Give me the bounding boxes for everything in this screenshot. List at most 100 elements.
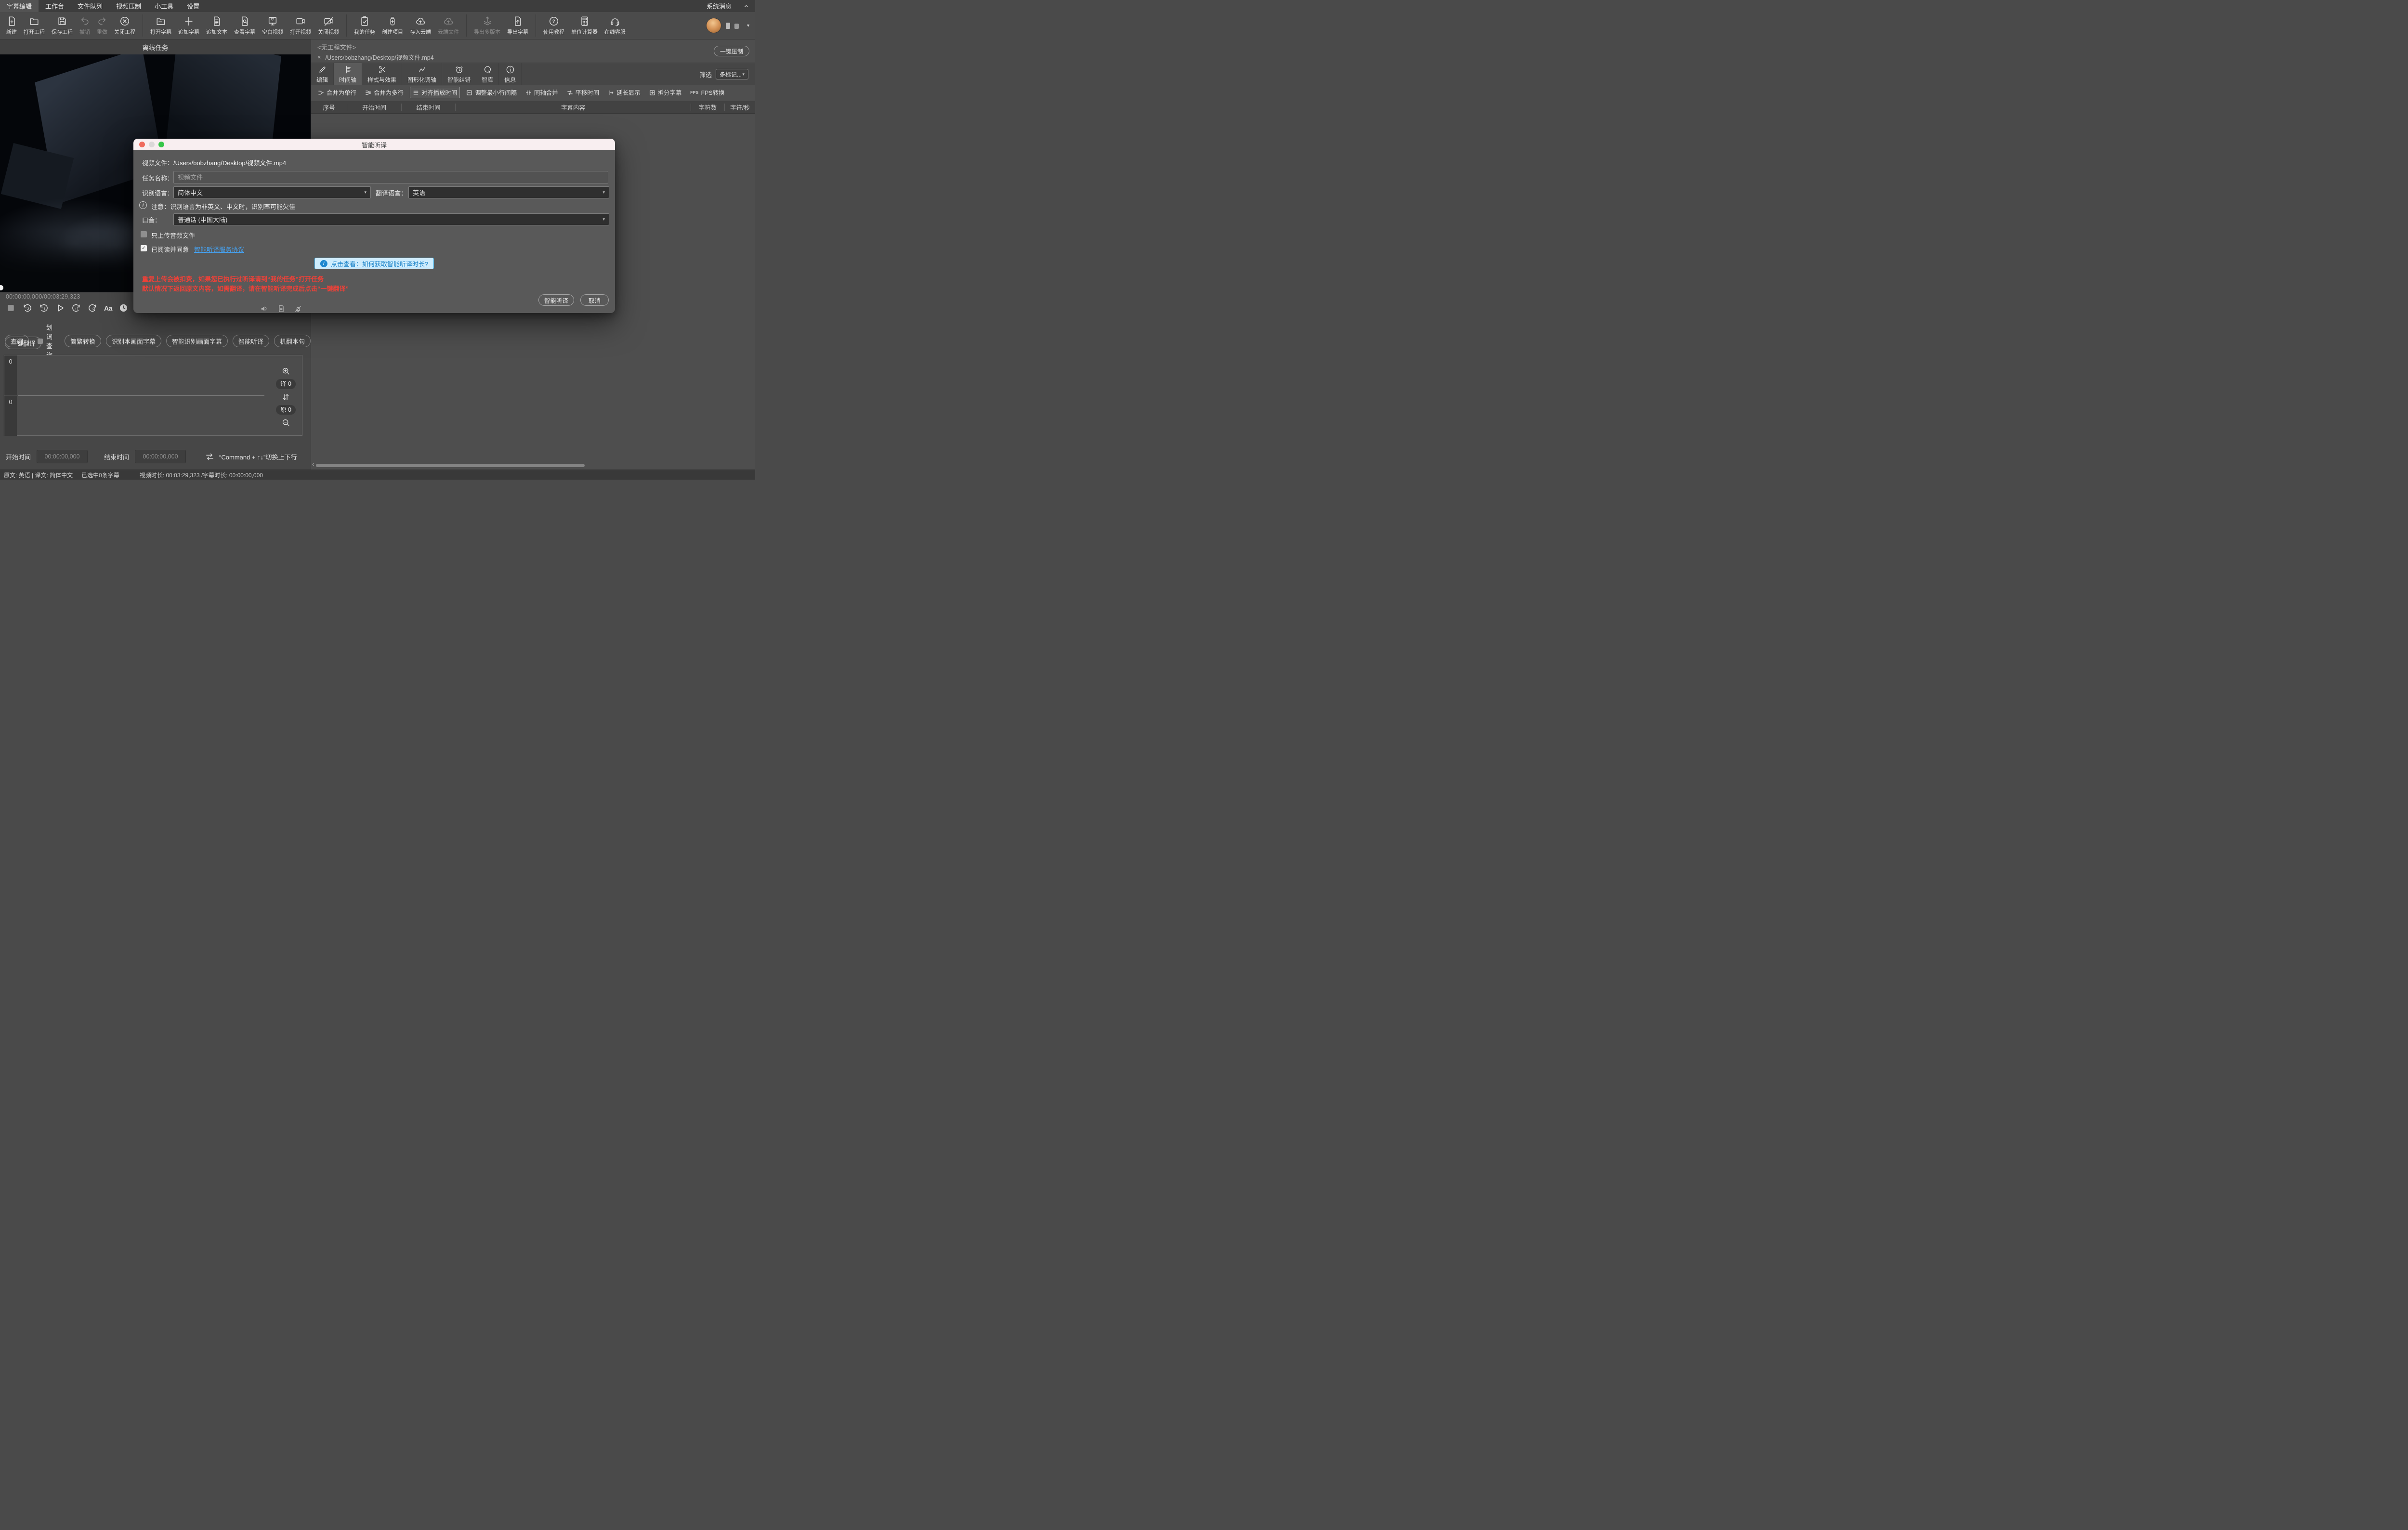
system-message-label[interactable]: 系统消息 [707, 1, 732, 11]
chevron-left-icon[interactable]: ‹ [312, 460, 314, 468]
toolbar-redo-button[interactable]: 重做 [93, 16, 111, 36]
toolbar-my-tasks-button[interactable]: 我的任务 [351, 16, 379, 36]
toolbar-undo-button[interactable]: 撤销 [76, 16, 93, 36]
close-window-button[interactable] [139, 142, 145, 147]
clock-icon[interactable] [118, 303, 129, 313]
skip-back-3-button[interactable]: -3 [22, 303, 32, 313]
start-time-input[interactable] [37, 450, 88, 463]
tab-graphic-timing[interactable]: 图形化调轴 [402, 63, 443, 85]
merge-multi-line-button[interactable]: 合并为多行 [363, 87, 406, 98]
task-name-input[interactable] [173, 171, 608, 183]
target-language-select[interactable]: 英语 ▾ [408, 186, 609, 198]
toolbar-create-project-button[interactable]: 创建项目 [379, 16, 406, 36]
toolbar-save-project-button[interactable]: 保存工程 [48, 16, 76, 36]
split-subtitle-button[interactable]: 拆分字幕 [647, 87, 684, 98]
font-size-button[interactable]: Aa [104, 304, 112, 312]
menu-item-tools[interactable]: 小工具 [148, 0, 180, 12]
avatar[interactable] [706, 18, 722, 33]
subtitle-doc-icon[interactable] [277, 304, 286, 313]
chevron-up-icon[interactable] [743, 3, 749, 9]
original-track[interactable]: 0 [4, 396, 302, 436]
column-chars-per-sec[interactable]: 字符/秒 [725, 104, 755, 111]
column-serial[interactable]: 序号 [311, 104, 347, 111]
accent-select[interactable]: 普通话 (中国大陆) ▾ [173, 213, 609, 225]
menu-item-video-encode[interactable]: 视频压制 [109, 0, 148, 12]
fps-convert-button[interactable]: FPS FPS转换 [688, 87, 727, 98]
toolbar-close-project-button[interactable]: 关闭工程 [111, 16, 139, 36]
source-language-select[interactable]: 简体中文 ▾ [173, 186, 371, 198]
zoom-window-button[interactable] [158, 142, 164, 147]
one-click-encode-button[interactable]: 一键压制 [713, 46, 749, 56]
extend-display-button[interactable]: 延长显示 [605, 87, 643, 98]
skip-forward-3-button[interactable]: +3 [88, 303, 98, 313]
horizontal-scrollbar[interactable] [316, 464, 585, 467]
audio-only-checkbox[interactable] [141, 231, 147, 237]
toolbar-unit-calculator-button[interactable]: 单位计算器 [568, 16, 601, 36]
translate-all-button[interactable]: 一键翻译 [5, 337, 42, 349]
filter-select[interactable]: 多标记... ▾ [716, 69, 748, 79]
skip-back-1-button[interactable]: -1 [39, 303, 49, 313]
menu-item-settings[interactable]: 设置 [180, 0, 206, 12]
toolbar-save-to-cloud-button[interactable]: 存入云端 [406, 16, 434, 36]
column-start-time[interactable]: 开始时间 [347, 104, 402, 111]
column-content[interactable]: 字幕内容 [456, 104, 691, 111]
column-char-count[interactable]: 字符数 [691, 104, 725, 111]
tab-edit[interactable]: 编辑 [311, 63, 334, 85]
bell-off-icon[interactable] [294, 304, 302, 313]
play-icon[interactable] [55, 303, 65, 313]
translated-track[interactable]: 0 [4, 355, 302, 395]
menu-item-file-queue[interactable]: 文件队列 [71, 0, 109, 12]
tab-style-effects[interactable]: 样式与效果 [362, 63, 403, 85]
translated-badge[interactable]: 译 0 [276, 379, 296, 389]
toolbar-close-video-button[interactable]: 关闭视频 [314, 16, 342, 36]
agreement-link[interactable]: 智能听译服务协议 [194, 245, 244, 254]
toolbar-blank-video-button[interactable]: 空 空白视频 [259, 16, 287, 36]
original-badge[interactable]: 原 0 [276, 405, 296, 415]
toolbar-export-multi-button[interactable]: 导出多版本 [471, 16, 504, 36]
help-duration-button[interactable]: i 点击查看：如何获取智能听译时长? [314, 258, 434, 269]
menu-item-subtitle-edit[interactable]: 字幕编辑 [0, 0, 39, 12]
toolbar-export-subtitle-button[interactable]: 导出字幕 [504, 16, 532, 36]
file-path[interactable]: /Users/bobzhang/Desktop/视频文件.mp4 [326, 52, 434, 62]
toolbar-online-support-button[interactable]: 在线客服 [601, 16, 629, 36]
skip-forward-1-button[interactable]: +1 [71, 303, 81, 313]
accent-value: 普通话 (中国大陆) [178, 216, 228, 223]
dropdown-triangle-icon[interactable]: ▼ [746, 23, 750, 28]
volume-icon[interactable] [260, 304, 269, 313]
min-gap-button[interactable]: 调整最小行间隔 [464, 87, 519, 98]
tab-timeline[interactable]: 时间轴 [334, 63, 363, 85]
shift-time-button[interactable]: 平移时间 [564, 87, 602, 98]
toolbar-view-subtitle-button[interactable]: 查看字幕 [231, 16, 259, 36]
toolbar-append-subtitle-button[interactable]: 追加字幕 [175, 16, 203, 36]
ocr-frame-button[interactable]: 识别本画面字幕 [105, 335, 161, 347]
tab-info[interactable]: 信息 [499, 63, 522, 85]
toolbar-open-project-button[interactable]: 打开工程 [20, 16, 48, 36]
swap-tracks-icon[interactable] [282, 393, 290, 401]
align-playtime-button[interactable]: 对齐播放时间 [409, 87, 460, 98]
confirm-transcribe-button[interactable]: 智能听译 [538, 294, 574, 306]
toolbar-tutorial-button[interactable]: 使用教程 [540, 16, 568, 36]
toolbar-new-button[interactable]: 新建 [3, 16, 20, 36]
agreement-checkbox[interactable]: ✓ [141, 245, 147, 251]
toolbar-append-text-button[interactable]: 追加文本 [203, 16, 231, 36]
toolbar-open-subtitle-button[interactable]: 打开字幕 [147, 16, 175, 36]
simplified-traditional-button[interactable]: 简繁转换 [64, 335, 101, 347]
menu-item-workbench[interactable]: 工作台 [39, 0, 71, 12]
merge-single-line-button[interactable]: 合并为单行 [315, 87, 359, 98]
coaxial-merge-button[interactable]: 同轴合并 [523, 87, 561, 98]
zoom-out-icon[interactable] [282, 418, 290, 427]
smart-ocr-button[interactable]: 智能识别画面字幕 [166, 335, 228, 347]
tab-smart-correction[interactable]: 智能纠错 [442, 63, 477, 85]
column-end-time[interactable]: 结束时间 [402, 104, 456, 111]
minimize-window-button[interactable] [149, 142, 155, 147]
toolbar-open-video-button[interactable]: 打开视频 [287, 16, 314, 36]
end-time-input[interactable] [135, 450, 186, 463]
smart-transcribe-button[interactable]: 智能听译 [232, 335, 269, 347]
machine-translate-sentence-button[interactable]: 机翻本句 [274, 335, 311, 347]
tab-knowledge-base[interactable]: 智库 [476, 63, 499, 85]
zoom-in-icon[interactable] [282, 367, 290, 375]
toolbar-cloud-files-button[interactable]: 云端文件 [434, 16, 462, 36]
stop-icon[interactable] [6, 303, 16, 313]
cancel-button[interactable]: 取消 [580, 294, 609, 306]
close-file-icon[interactable]: × [317, 53, 321, 61]
